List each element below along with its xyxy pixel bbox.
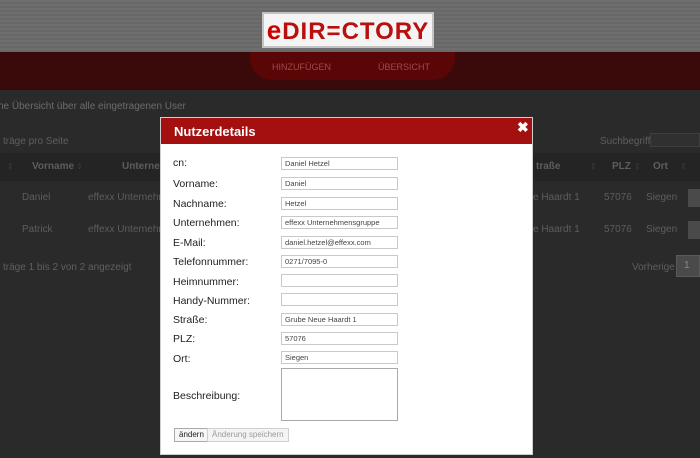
email-field[interactable] bbox=[281, 236, 398, 249]
nav-tab-overview[interactable]: ÜBERSICHT bbox=[378, 62, 430, 72]
label-strasse: Straße: bbox=[173, 314, 208, 326]
edirectory-logo[interactable]: eDIR=CTORY bbox=[262, 12, 434, 48]
label-plz: PLZ: bbox=[173, 333, 196, 345]
ort-field[interactable] bbox=[281, 351, 398, 364]
vorname-field[interactable] bbox=[281, 177, 398, 190]
row-action-button[interactable] bbox=[688, 189, 700, 207]
telefonnummer-field[interactable] bbox=[281, 255, 398, 268]
sort-icon[interactable]: ⇕ bbox=[7, 162, 14, 171]
user-details-modal: Nutzerdetails ✖ cn: Vorname: Nachname: U… bbox=[160, 117, 533, 455]
plz-field[interactable] bbox=[281, 332, 398, 345]
cell-plz: 57076 bbox=[604, 224, 632, 235]
pagination-previous[interactable]: Vorherige bbox=[632, 262, 675, 273]
pagination-page-1[interactable]: 1 bbox=[676, 255, 700, 277]
label-cn: cn: bbox=[173, 157, 188, 169]
main-navbar: HINZUFÜGEN ÜBERSICHT bbox=[0, 52, 700, 90]
cell-vorname: Patrick bbox=[22, 224, 53, 235]
sort-icon[interactable]: ⇕ bbox=[76, 162, 83, 171]
cell-vorname: Daniel bbox=[22, 192, 51, 203]
label-telefonnummer: Telefonnummer: bbox=[173, 256, 249, 268]
cn-field[interactable] bbox=[281, 157, 398, 170]
row-action-button[interactable] bbox=[688, 221, 700, 239]
column-header-unternehmen[interactable]: Unternei bbox=[122, 161, 163, 172]
heimnummer-field[interactable] bbox=[281, 274, 398, 287]
label-ort: Ort: bbox=[173, 353, 191, 365]
save-changes-button[interactable]: Änderung speichern bbox=[207, 428, 289, 442]
search-label: Suchbegriff bbox=[600, 136, 651, 147]
unternehmen-field[interactable] bbox=[281, 216, 398, 229]
cell-ort: Siegen bbox=[646, 192, 678, 203]
page-subtitle: ne Übersicht über alle eingetragenen Use… bbox=[0, 101, 186, 112]
column-header-strasse[interactable]: traße bbox=[536, 161, 560, 172]
header-bar: eDIR=CTORY bbox=[0, 0, 700, 52]
cell-ort: Siegen bbox=[646, 224, 678, 235]
label-email: E-Mail: bbox=[173, 237, 206, 249]
entries-per-page-label: träge pro Seite bbox=[3, 136, 69, 147]
cell-plz: 57076 bbox=[604, 192, 632, 203]
label-vorname: Vorname: bbox=[173, 178, 218, 190]
column-header-plz[interactable]: PLZ bbox=[612, 161, 631, 172]
change-button[interactable]: ändern bbox=[174, 428, 209, 442]
column-header-ort[interactable]: Ort bbox=[653, 161, 668, 172]
sort-icon[interactable]: ⇕ bbox=[680, 162, 687, 171]
sort-icon[interactable]: ⇕ bbox=[634, 162, 641, 171]
cell-strasse: e Haardt 1 bbox=[533, 192, 580, 203]
label-heimnummer: Heimnummer: bbox=[173, 276, 239, 288]
nav-tab-add[interactable]: HINZUFÜGEN bbox=[272, 62, 331, 72]
nav-tabs: HINZUFÜGEN ÜBERSICHT bbox=[250, 52, 455, 80]
label-beschreibung: Beschreibung: bbox=[173, 390, 241, 402]
label-nachname: Nachname: bbox=[173, 198, 227, 210]
nachname-field[interactable] bbox=[281, 197, 398, 210]
label-handy-nummer: Handy-Nummer: bbox=[173, 295, 251, 307]
label-unternehmen: Unternehmen: bbox=[173, 217, 240, 229]
strasse-field[interactable] bbox=[281, 313, 398, 326]
modal-title: Nutzerdetails bbox=[174, 124, 256, 139]
sort-icon[interactable]: ⇕ bbox=[590, 162, 597, 171]
beschreibung-field[interactable] bbox=[281, 368, 398, 421]
close-icon[interactable]: ✖ bbox=[517, 119, 529, 136]
table-info: träge 1 bis 2 von 2 angezeigt bbox=[3, 262, 132, 273]
handy-nummer-field[interactable] bbox=[281, 293, 398, 306]
search-input[interactable] bbox=[650, 133, 700, 147]
modal-header: Nutzerdetails ✖ bbox=[161, 118, 532, 144]
column-header-vorname[interactable]: Vorname bbox=[32, 161, 74, 172]
cell-strasse: e Haardt 1 bbox=[533, 224, 580, 235]
